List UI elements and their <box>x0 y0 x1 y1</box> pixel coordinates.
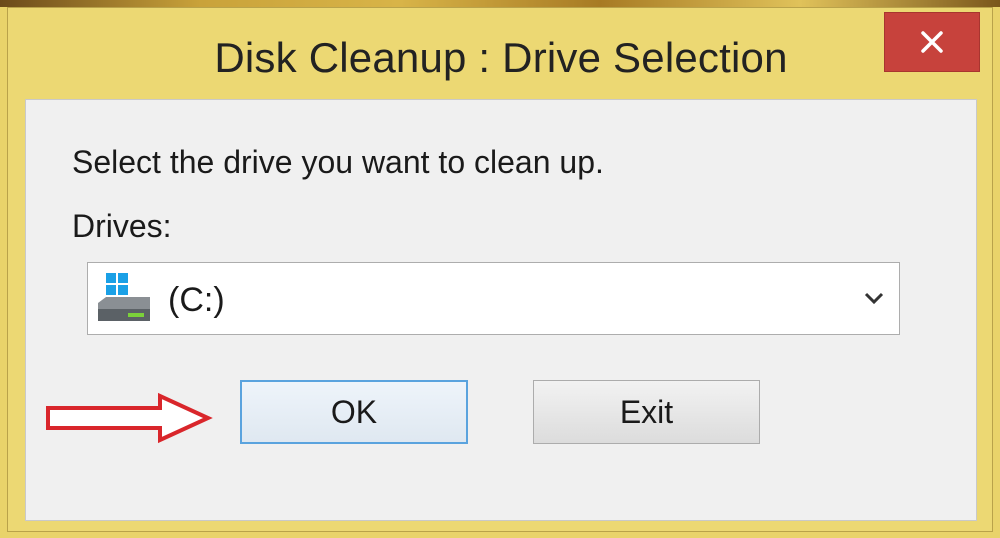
ok-button[interactable]: OK <box>240 380 468 444</box>
instruction-text: Select the drive you want to clean up. <box>72 144 604 180</box>
close-button[interactable] <box>884 12 980 72</box>
close-icon <box>921 31 943 53</box>
drive-dropdown[interactable]: (C:) <box>87 262 900 335</box>
exit-button[interactable]: Exit <box>533 380 760 444</box>
drives-label: Drives: <box>72 208 172 244</box>
window-title: Disk Cleanup : Drive Selection <box>214 34 788 81</box>
red-arrow-icon <box>46 392 213 444</box>
background-strip <box>0 0 1000 7</box>
chevron-down-icon <box>864 292 884 305</box>
selected-drive-text: (C:) <box>168 281 225 319</box>
windows-drive-icon <box>98 273 150 321</box>
